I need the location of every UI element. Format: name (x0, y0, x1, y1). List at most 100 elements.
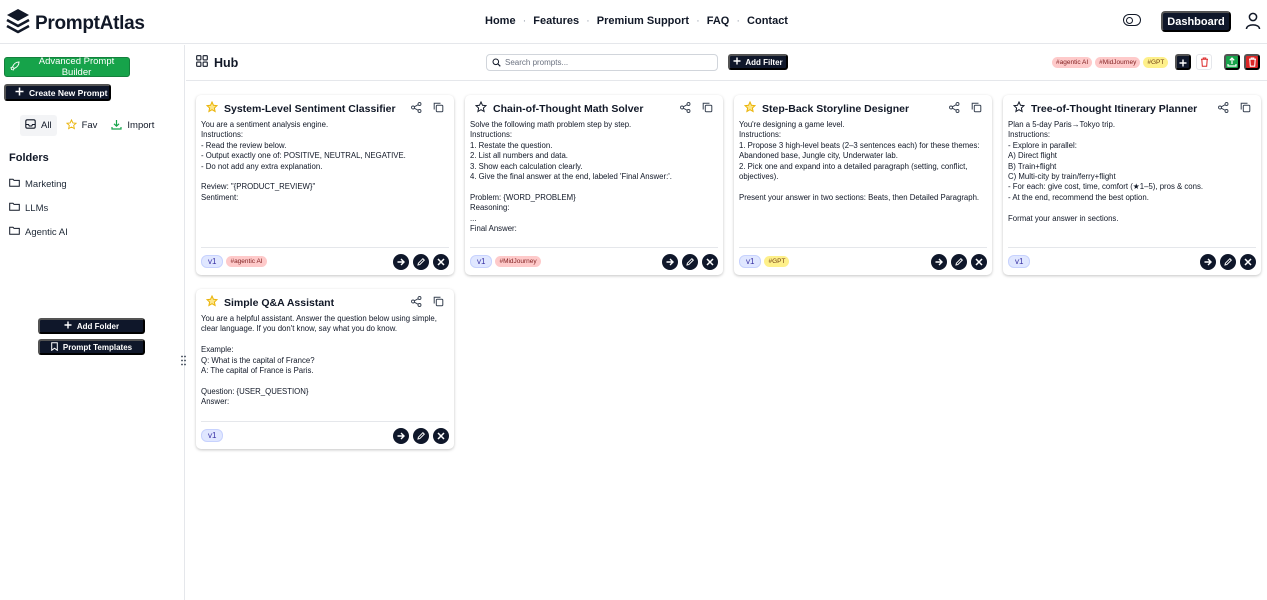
run-arrow-icon[interactable] (1200, 253, 1216, 270)
hub-toolbar: Hub Add Filter #agentic AI #MidJourney #… (186, 45, 1267, 81)
delete-all-button[interactable] (1244, 54, 1260, 70)
filter-import[interactable]: Import (106, 115, 159, 136)
add-filter-label: Add Filter (745, 57, 783, 67)
add-folder-label: Add Folder (76, 321, 120, 331)
nav-separator: · (736, 15, 741, 27)
search-box (486, 54, 718, 71)
add-filter-button[interactable]: Add Filter (728, 54, 788, 70)
card-title: Simple Q&A Assistant (224, 297, 335, 309)
share-icon[interactable] (411, 100, 422, 118)
rocket-icon (10, 60, 20, 74)
tag-filter-gpt[interactable]: #GPT (1143, 57, 1169, 68)
share-icon[interactable] (1218, 100, 1229, 118)
filter-all[interactable]: All (20, 115, 57, 136)
edit-pencil-icon[interactable] (1220, 253, 1236, 270)
export-button[interactable] (1224, 54, 1240, 70)
card-title: System-Level Sentiment Classifier (224, 103, 396, 115)
run-arrow-icon[interactable] (393, 253, 409, 270)
close-icon[interactable] (433, 253, 449, 270)
card-tag[interactable]: #GPT (764, 256, 790, 267)
share-icon[interactable] (411, 294, 422, 312)
folder-agentic-ai[interactable]: Agentic AI (9, 226, 68, 238)
share-icon[interactable] (680, 100, 691, 118)
tag-filter-midjourney[interactable]: #MidJourney (1095, 57, 1141, 68)
dashboard-button[interactable]: Dashboard (1161, 11, 1231, 32)
card-tag[interactable]: #agentic AI (226, 256, 267, 267)
edit-pencil-icon[interactable] (413, 427, 429, 444)
card-body: Solve the following math problem step by… (470, 120, 672, 234)
prompt-card[interactable]: Step-Back Storyline Designer You're desi… (734, 95, 992, 275)
nav-link-contact[interactable]: Contact (747, 15, 788, 27)
close-icon[interactable] (702, 253, 718, 270)
card-tag[interactable]: #MidJourney (495, 256, 541, 267)
filter-fav[interactable]: Fav (61, 115, 103, 136)
copy-icon[interactable] (971, 100, 982, 118)
edit-pencil-icon[interactable] (682, 253, 698, 270)
nav-link-features[interactable]: Features (533, 15, 579, 27)
folder-marketing[interactable]: Marketing (9, 178, 67, 190)
copy-icon[interactable] (433, 294, 444, 312)
version-badge: v1 (201, 429, 224, 442)
run-arrow-icon[interactable] (393, 427, 409, 444)
star-filled-icon[interactable] (743, 100, 757, 118)
nav-link-home[interactable]: Home (485, 15, 516, 27)
close-icon[interactable] (971, 253, 987, 270)
prompt-card[interactable]: Simple Q&A Assistant You are a helpful a… (196, 289, 454, 449)
nav-separator: · (522, 15, 527, 27)
filter-all-label: All (41, 120, 52, 131)
search-icon (492, 54, 501, 72)
prompt-card[interactable]: Chain-of-Thought Math Solver Solve the f… (465, 95, 723, 275)
add-tag-button[interactable] (1175, 54, 1191, 70)
sidebar: Advanced Prompt Builder Create New Promp… (0, 45, 186, 600)
share-icon[interactable] (949, 100, 960, 118)
star-outline-icon[interactable] (1012, 100, 1026, 118)
grid-icon (196, 55, 208, 70)
prompt-templates-button[interactable]: Prompt Templates (38, 339, 145, 355)
run-arrow-icon[interactable] (931, 253, 947, 270)
star-outline-icon[interactable] (474, 100, 488, 118)
copy-icon[interactable] (702, 100, 713, 118)
search-input[interactable] (505, 58, 705, 67)
prompt-card[interactable]: Tree-of-Thought Itinerary Planner Plan a… (1003, 95, 1261, 275)
edit-pencil-icon[interactable] (413, 253, 429, 270)
plus-icon (64, 321, 72, 331)
tag-filter-agentic-ai[interactable]: #agentic AI (1052, 57, 1093, 68)
card-body: You're designing a game level. Instructi… (739, 120, 980, 202)
folder-icon (9, 202, 20, 214)
version-badge: v1 (201, 255, 224, 268)
star-filled-icon[interactable] (205, 294, 219, 312)
nav-separator: · (586, 15, 590, 27)
bookmark-icon (51, 341, 58, 353)
clear-tags-button[interactable] (1196, 54, 1212, 70)
card-body: Plan a 5-day Paris→Tokyo trip. Instructi… (1008, 120, 1204, 223)
copy-icon[interactable] (1240, 100, 1251, 118)
user-icon[interactable] (1245, 12, 1261, 35)
add-folder-button[interactable]: Add Folder (38, 318, 145, 334)
trash-icon (1248, 55, 1257, 70)
card-body: You are a helpful assistant. Answer the … (201, 314, 437, 407)
nav-link-premium-support[interactable]: Premium Support (597, 15, 689, 27)
card-title: Step-Back Storyline Designer (762, 103, 910, 115)
folder-llms[interactable]: LLMs (9, 202, 48, 214)
sidebar-resize-handle[interactable] (181, 355, 186, 367)
plus-icon (15, 87, 24, 98)
theme-toggle-icon[interactable] (1123, 14, 1141, 26)
nav-link-faq[interactable]: FAQ (707, 15, 730, 27)
plus-icon (1179, 55, 1187, 70)
close-icon[interactable] (1240, 253, 1256, 270)
folder-label: Agentic AI (25, 226, 68, 238)
version-badge: v1 (739, 255, 762, 268)
plus-icon (733, 57, 741, 67)
logo[interactable]: PromptAtlas (6, 8, 145, 39)
folder-icon (9, 178, 20, 190)
advanced-prompt-builder-button[interactable]: Advanced Prompt Builder (4, 56, 130, 78)
star-filled-icon[interactable] (205, 100, 219, 118)
copy-icon[interactable] (433, 100, 444, 118)
edit-pencil-icon[interactable] (951, 253, 967, 270)
close-icon[interactable] (433, 427, 449, 444)
create-new-prompt-button[interactable]: Create New Prompt (4, 84, 111, 101)
run-arrow-icon[interactable] (662, 253, 678, 270)
hub-title-text: Hub (214, 55, 239, 70)
prompt-card[interactable]: System-Level Sentiment Classifier You ar… (196, 95, 454, 275)
folder-label: Marketing (25, 178, 67, 190)
